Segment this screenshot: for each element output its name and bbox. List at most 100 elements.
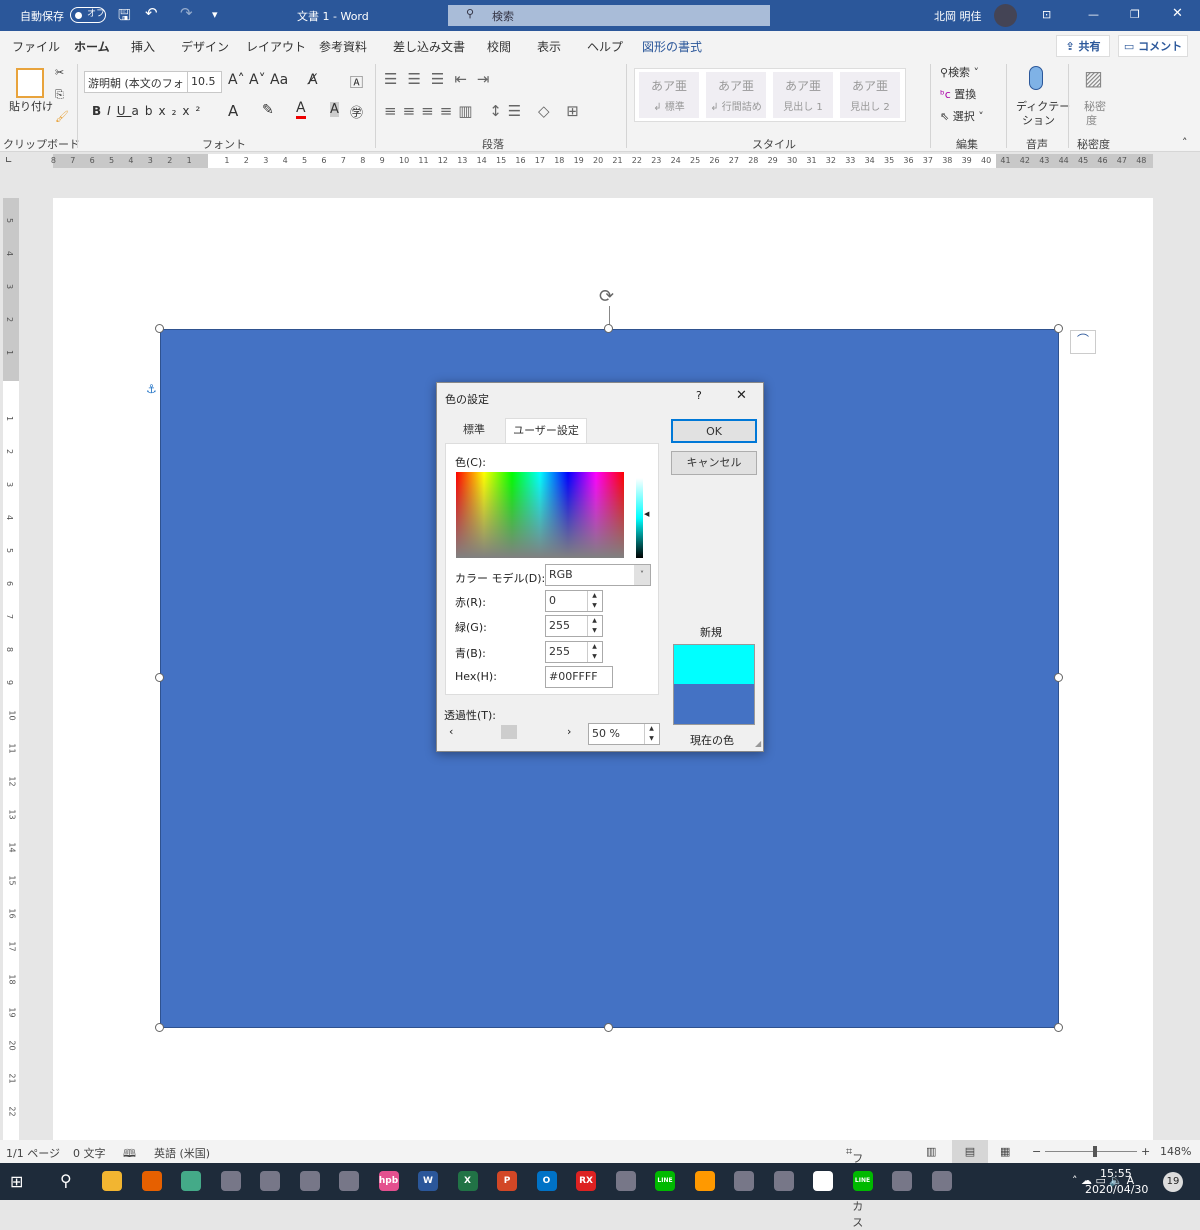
resize-handle[interactable] bbox=[604, 324, 613, 333]
blue-input[interactable]: 255 ▲ ▼ bbox=[545, 641, 603, 663]
char-border-icon[interactable]: 🄰 bbox=[350, 72, 363, 91]
font-format-icons[interactable]: BIUabx₂x² bbox=[92, 104, 206, 118]
tab-5[interactable]: 参考資料 bbox=[319, 38, 367, 55]
sensitivity-button-line2[interactable]: 度 bbox=[1086, 112, 1097, 128]
highlight-icon[interactable]: ✎ bbox=[262, 102, 274, 118]
font-name-select[interactable]: 游明朝 (本文のフォ bbox=[84, 71, 188, 93]
clock-time[interactable]: 15:55 bbox=[1100, 1167, 1132, 1180]
resize-handle[interactable] bbox=[155, 1023, 164, 1032]
search-icon[interactable]: ⚲ bbox=[60, 1171, 72, 1190]
rotate-handle-icon[interactable]: ⟳ bbox=[599, 286, 614, 307]
save-icon[interactable]: 🖫 bbox=[118, 5, 131, 30]
clear-format-icon[interactable]: A̸ bbox=[308, 72, 318, 88]
redo-icon[interactable]: ↷ bbox=[180, 4, 193, 22]
app-icon[interactable] bbox=[931, 1171, 952, 1191]
horizontal-ruler[interactable]: 8 7 6 5 4 3 2 1 1 2 3 4 5 6 7 8 9 10 11 12 13 14 15 16 17 18 19 20 2… bbox=[51, 154, 1153, 168]
search-input[interactable]: ⚲ 検索 bbox=[448, 5, 770, 26]
search-icon[interactable] bbox=[694, 1171, 715, 1191]
style-item[interactable]: あア亜 ↲ 行間詰め bbox=[706, 72, 766, 118]
find-button[interactable]: ⚲検索 ˅ bbox=[940, 64, 979, 80]
layout-options-icon[interactable]: ⌒ bbox=[1070, 330, 1096, 354]
tab-10[interactable]: 図形の書式 bbox=[642, 38, 702, 55]
autosave-toggle[interactable]: オフ bbox=[70, 7, 106, 23]
word-icon[interactable]: W bbox=[418, 1171, 438, 1191]
resize-handle[interactable] bbox=[1054, 1023, 1063, 1032]
slider-thumb[interactable] bbox=[501, 725, 517, 739]
style-item[interactable]: あア亜 見出し 2 bbox=[840, 72, 900, 118]
copy-icon[interactable]: ⎘ bbox=[55, 88, 64, 102]
word-count[interactable]: 0 文字 bbox=[73, 1145, 106, 1161]
red-spinner[interactable]: ▲ ▼ bbox=[587, 591, 601, 611]
chrome-icon[interactable] bbox=[181, 1171, 201, 1191]
paste-button[interactable]: 貼り付け bbox=[9, 98, 53, 114]
outlook-icon[interactable]: O bbox=[536, 1171, 557, 1191]
tab-stop-selector[interactable]: ∟ bbox=[5, 156, 13, 166]
explorer-icon[interactable] bbox=[102, 1171, 122, 1191]
powerpoint-icon[interactable]: P bbox=[497, 1171, 517, 1191]
resize-handle[interactable] bbox=[1054, 324, 1063, 333]
format-painter-icon[interactable]: 🖌 bbox=[55, 110, 69, 123]
hex-input[interactable]: #00FFFF bbox=[545, 666, 613, 688]
paste-icon[interactable] bbox=[16, 68, 44, 98]
collapse-ribbon-icon[interactable]: ˄ bbox=[1182, 136, 1188, 149]
web-layout-icon[interactable]: ▦ bbox=[1000, 1145, 1010, 1158]
zoom-out-icon[interactable]: − bbox=[1032, 1145, 1041, 1158]
resize-handle[interactable] bbox=[155, 324, 164, 333]
color-model-select[interactable]: RGB ˅ bbox=[545, 564, 651, 586]
slider-left-icon[interactable]: ‹ bbox=[449, 725, 453, 738]
text-effects-icon[interactable]: A bbox=[228, 102, 238, 120]
shading-icon[interactable]: A bbox=[330, 102, 339, 117]
firefox-icon[interactable] bbox=[141, 1171, 162, 1191]
tab-0[interactable]: ファイル bbox=[12, 38, 60, 55]
tab-3[interactable]: デザイン bbox=[181, 38, 229, 55]
style-item[interactable]: あア亜 見出し 1 bbox=[773, 72, 833, 118]
font-size-select[interactable]: 10.5 bbox=[187, 71, 222, 93]
customize-icon[interactable]: ▾ bbox=[212, 8, 218, 21]
align-icons[interactable]: ≡≡≡≡▥ ↕☰ ◇ ⊞ bbox=[384, 102, 585, 120]
grow-font-icon[interactable]: A˄ A˅ Aa bbox=[228, 72, 288, 88]
restore-icon[interactable]: ❐ bbox=[1130, 8, 1140, 21]
app-icon[interactable] bbox=[615, 1171, 636, 1191]
minimize-icon[interactable]: — bbox=[1088, 8, 1099, 21]
zoom-in-icon[interactable]: + bbox=[1141, 1145, 1150, 1158]
hpb-icon[interactable]: hpb bbox=[378, 1171, 399, 1191]
tab-4[interactable]: レイアウト bbox=[246, 38, 306, 55]
list-icons[interactable]: ☰☰☰⇤⇥ bbox=[384, 70, 499, 88]
dialog-close-icon[interactable]: ✕ bbox=[736, 388, 747, 403]
undo-icon[interactable]: ↶ bbox=[145, 4, 158, 22]
tab-9[interactable]: ヘルプ bbox=[587, 38, 623, 55]
tab-7[interactable]: 校閲 bbox=[487, 38, 511, 55]
comment-button[interactable]: ▭ コメント bbox=[1118, 35, 1188, 57]
print-layout-icon[interactable]: ▤ bbox=[952, 1140, 988, 1163]
focus-button[interactable]: ⌗フォーカス bbox=[846, 1145, 863, 1229]
luminance-slider[interactable] bbox=[636, 478, 643, 558]
luminance-pointer-icon[interactable]: ◀ bbox=[644, 510, 649, 518]
transparency-spinner[interactable]: ▲ ▼ bbox=[644, 724, 658, 744]
read-mode-icon[interactable]: ▥ bbox=[926, 1145, 936, 1158]
tab-standard[interactable]: 標準 bbox=[444, 419, 504, 443]
tab-2[interactable]: 挿入 bbox=[131, 38, 155, 55]
zoom-slider-thumb[interactable] bbox=[1093, 1146, 1097, 1157]
select-button[interactable]: ⇖ 選択 ˅ bbox=[940, 108, 984, 124]
cut-icon[interactable]: ✂ bbox=[55, 66, 64, 79]
app-icon[interactable] bbox=[734, 1171, 754, 1191]
clock-date[interactable]: 2020/04/30 bbox=[1085, 1183, 1148, 1196]
enclose-char-icon[interactable]: ㊫ bbox=[350, 102, 363, 121]
resize-handle[interactable] bbox=[155, 673, 164, 682]
help-button[interactable]: ? bbox=[696, 389, 702, 402]
line-icon[interactable]: LINE bbox=[852, 1171, 873, 1191]
zoom-slider[interactable] bbox=[1045, 1151, 1137, 1152]
slack-icon[interactable] bbox=[813, 1171, 833, 1191]
share-button[interactable]: ⇪ 共有 bbox=[1056, 35, 1110, 57]
resize-handle[interactable] bbox=[1054, 673, 1063, 682]
green-spinner[interactable]: ▲ ▼ bbox=[587, 616, 601, 636]
app-icon[interactable] bbox=[339, 1171, 359, 1191]
microphone-icon[interactable] bbox=[1029, 66, 1043, 90]
chevron-down-icon[interactable]: ˅ bbox=[634, 565, 650, 585]
resize-handle[interactable] bbox=[604, 1023, 613, 1032]
app-icon[interactable] bbox=[773, 1171, 794, 1191]
transparency-slider[interactable]: ‹ › bbox=[445, 723, 581, 741]
line-icon[interactable]: LINE bbox=[655, 1171, 675, 1191]
tab-6[interactable]: 差し込み文書 bbox=[393, 38, 465, 55]
dictate-button-line2[interactable]: ション bbox=[1022, 112, 1055, 128]
